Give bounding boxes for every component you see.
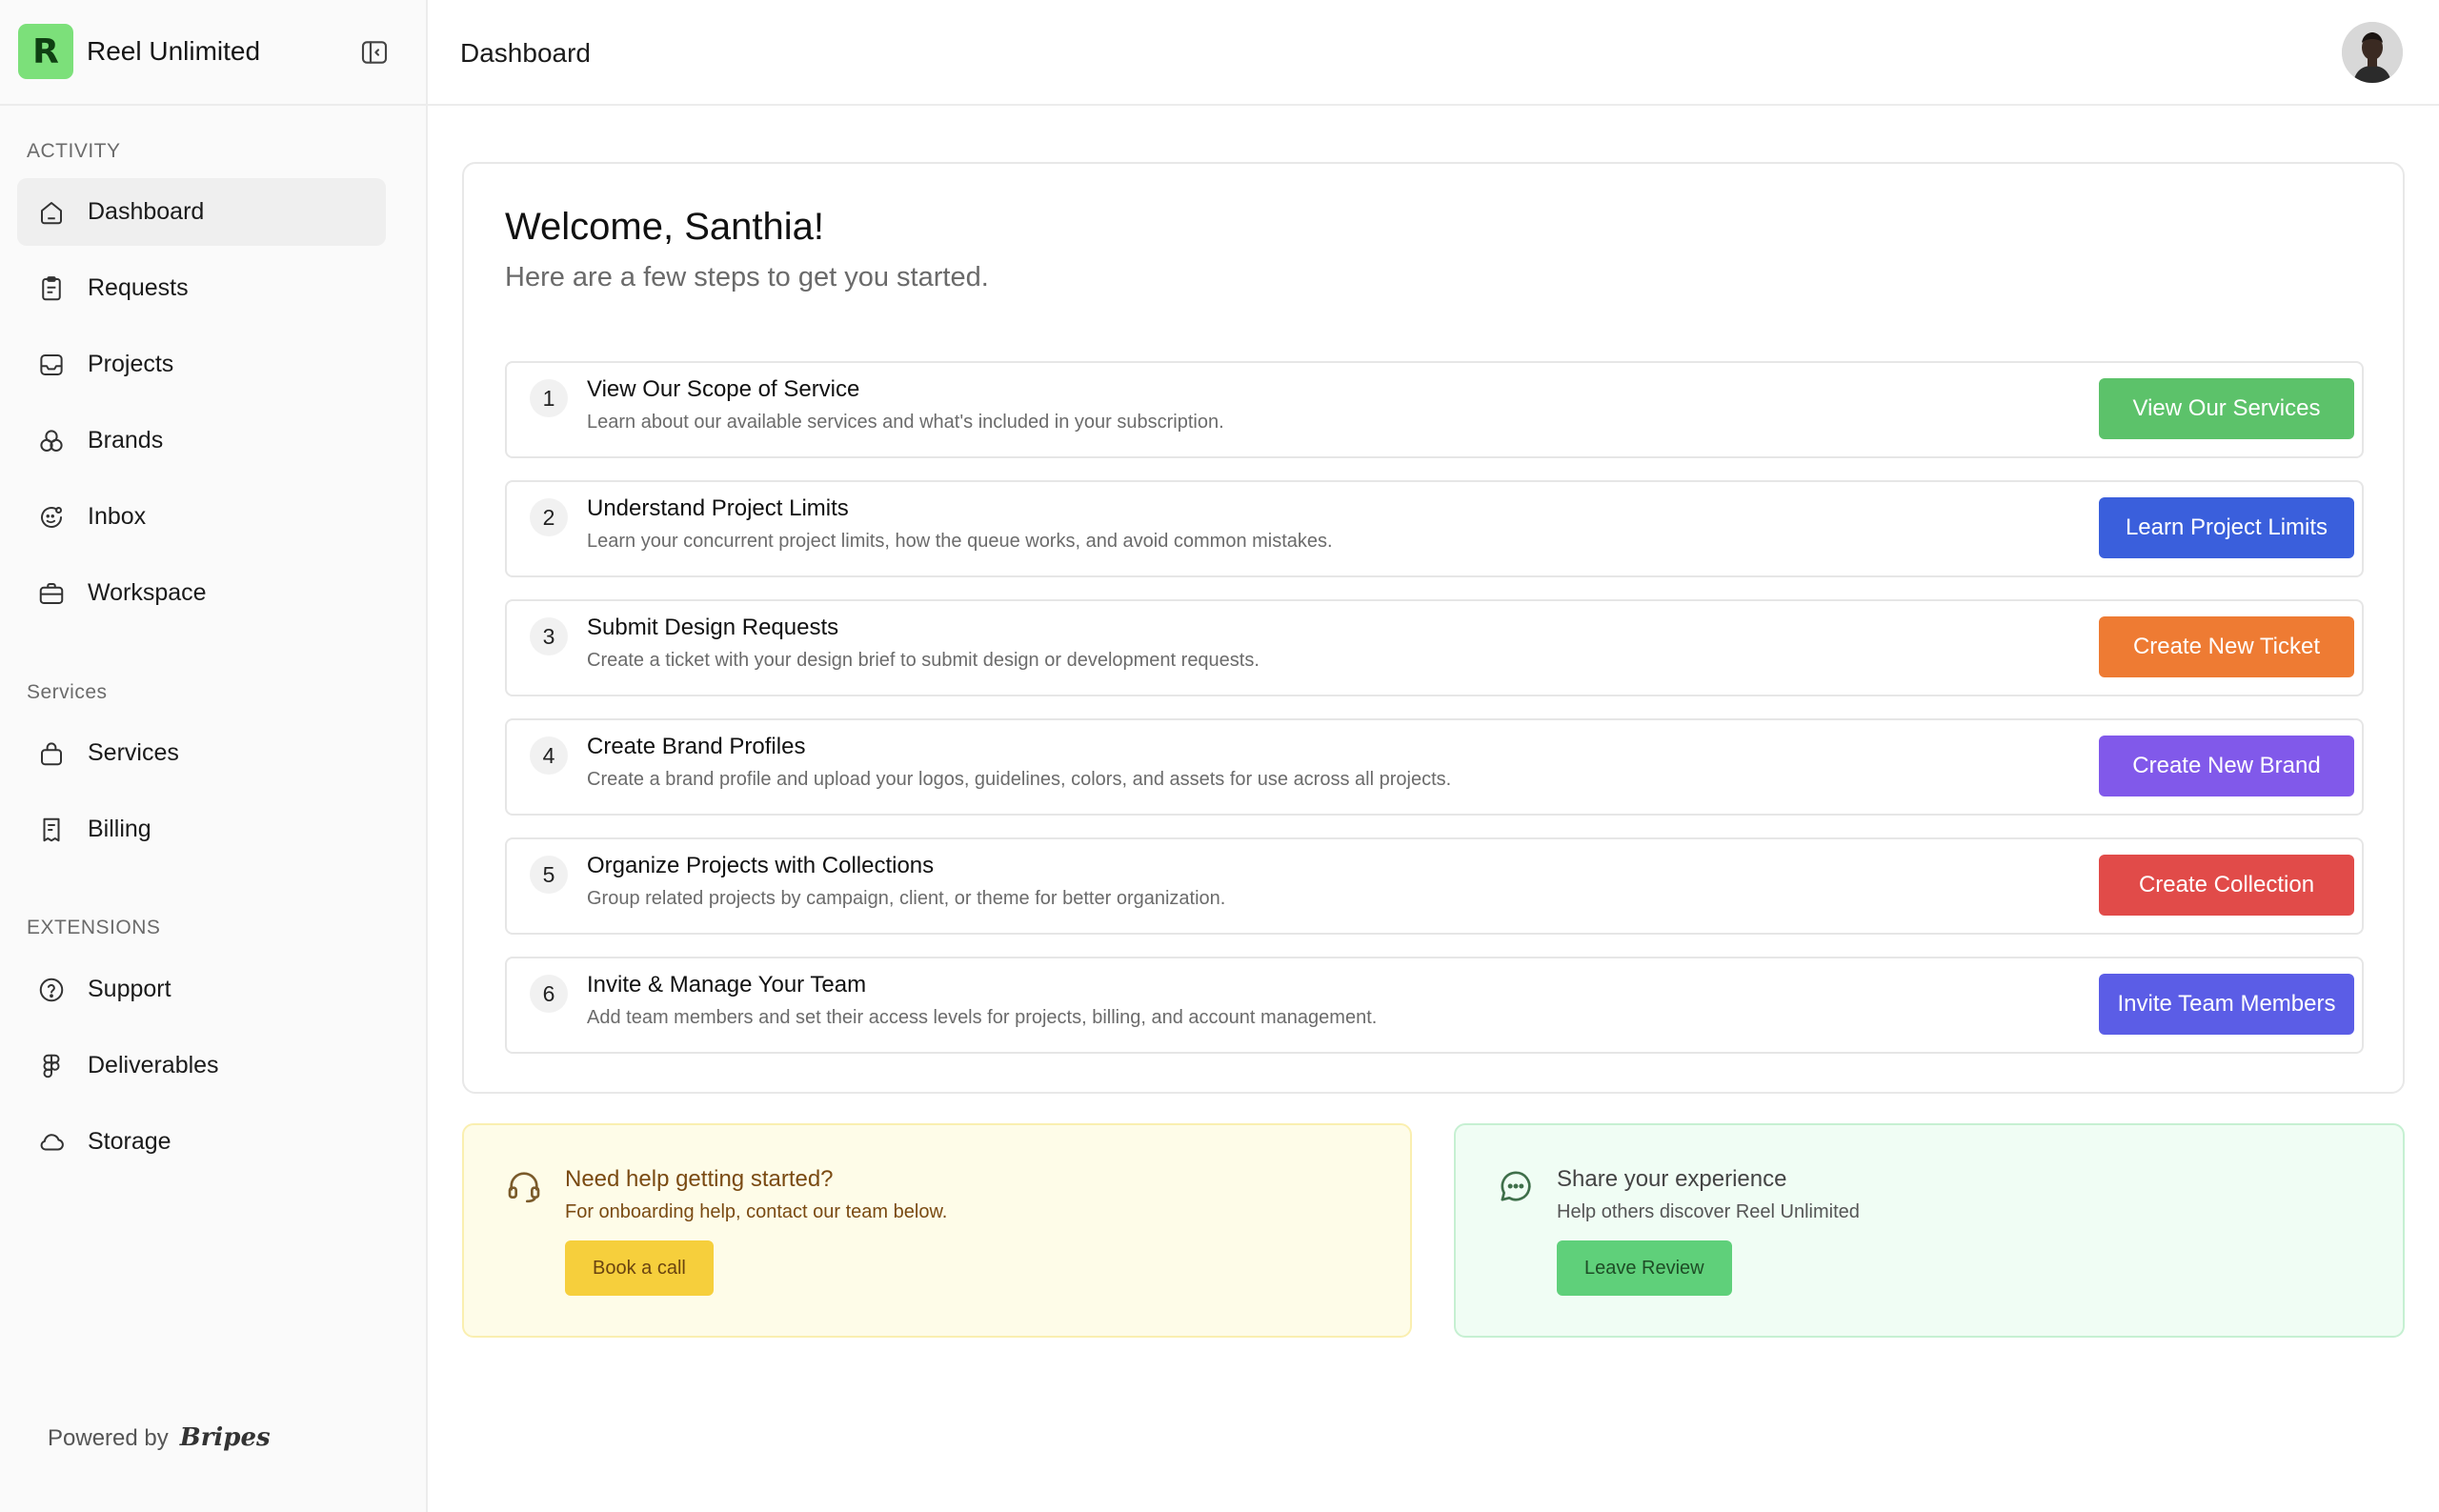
step-title: View Our Scope of Service [587, 376, 860, 402]
create-new-brand-button[interactable]: Create New Brand [2099, 736, 2354, 796]
welcome-subtitle: Here are a few steps to get you started. [505, 262, 989, 292]
help-circle-icon [34, 973, 69, 1007]
sidebar-item-label: Projects [88, 351, 174, 377]
bag-icon [34, 736, 69, 771]
sidebar-item-label: Brands [88, 427, 164, 454]
help-card-title: Need help getting started? [565, 1166, 834, 1192]
brand-row: R Reel Unlimited [0, 0, 426, 106]
briefcase-icon [34, 576, 69, 611]
step-title: Organize Projects with Collections [587, 853, 935, 878]
step-number: 3 [530, 617, 568, 655]
sidebar-toggle-icon [361, 41, 388, 64]
sidebar-item-label: Billing [88, 816, 151, 842]
sidebar-item-label: Workspace [88, 579, 207, 606]
sidebar: R Reel Unlimited ACTIVITY Dashboard Requ… [0, 0, 428, 1512]
cloud-icon [34, 1125, 69, 1159]
home-icon [34, 195, 69, 230]
sidebar-item-billing[interactable]: Billing [17, 796, 386, 863]
help-card-subtitle: For onboarding help, contact our team be… [565, 1201, 948, 1222]
getting-started-card: Welcome, Santhia! Here are a few steps t… [462, 162, 2405, 1094]
powered-by-text: Powered by [48, 1425, 169, 1451]
sidebar-item-projects[interactable]: Projects [17, 331, 386, 398]
create-collection-button[interactable]: Create Collection [2099, 855, 2354, 916]
sidebar-item-label: Dashboard [88, 198, 205, 225]
step-row: 4 Create Brand Profiles Create a brand p… [505, 718, 2364, 816]
app-root: R Reel Unlimited ACTIVITY Dashboard Requ… [0, 0, 2439, 1512]
step-description: Learn about our available services and w… [587, 412, 1224, 433]
clipboard-icon [34, 272, 69, 306]
sidebar-item-dashboard[interactable]: Dashboard [17, 178, 386, 246]
step-row: 5 Organize Projects with Collections Gro… [505, 837, 2364, 935]
message-bubble-icon [1497, 1167, 1535, 1205]
section-label-services: Services [27, 681, 108, 703]
page-title: Dashboard [460, 38, 591, 68]
sidebar-item-support[interactable]: Support [17, 956, 386, 1023]
step-description: Group related projects by campaign, clie… [587, 888, 1226, 909]
powered-by-logo[interactable]: Bripes [180, 1423, 271, 1452]
sidebar-item-brands[interactable]: Brands [17, 407, 386, 474]
user-avatar-icon [2342, 22, 2403, 83]
section-label-activity: ACTIVITY [27, 140, 121, 162]
step-number: 5 [530, 856, 568, 894]
step-description: Create a brand profile and upload your l… [587, 769, 1452, 790]
circles-icon [34, 424, 69, 458]
powered-by: Powered by Bripes [48, 1423, 271, 1452]
figma-icon [34, 1049, 69, 1083]
sidebar-toggle-button[interactable] [358, 36, 391, 69]
sidebar-item-label: Inbox [88, 503, 147, 530]
step-description: Add team members and set their access le… [587, 1007, 1378, 1028]
step-number: 4 [530, 736, 568, 775]
leave-review-button[interactable]: Leave Review [1557, 1240, 1732, 1296]
step-title: Submit Design Requests [587, 615, 839, 640]
inbox-tray-icon [34, 348, 69, 382]
sidebar-item-deliverables[interactable]: Deliverables [17, 1032, 386, 1099]
step-row: 2 Understand Project Limits Learn your c… [505, 480, 2364, 577]
avatar[interactable] [2342, 22, 2403, 83]
step-title: Create Brand Profiles [587, 734, 806, 759]
learn-project-limits-button[interactable]: Learn Project Limits [2099, 497, 2354, 558]
welcome-title: Welcome, Santhia! [505, 206, 824, 248]
step-title: Understand Project Limits [587, 495, 849, 521]
sidebar-item-label: Deliverables [88, 1052, 219, 1079]
step-row: 3 Submit Design Requests Create a ticket… [505, 599, 2364, 696]
headset-icon [505, 1167, 543, 1205]
step-description: Create a ticket with your design brief t… [587, 650, 1260, 671]
step-number: 2 [530, 498, 568, 536]
step-title: Invite & Manage Your Team [587, 972, 867, 998]
view-our-services-button[interactable]: View Our Services [2099, 378, 2354, 439]
sidebar-item-workspace[interactable]: Workspace [17, 559, 386, 627]
step-description: Learn your concurrent project limits, ho… [587, 531, 1333, 552]
help-card: Need help getting started? For onboardin… [462, 1123, 1412, 1338]
sidebar-item-storage[interactable]: Storage [17, 1108, 386, 1176]
sidebar-item-label: Storage [88, 1128, 171, 1155]
review-card-title: Share your experience [1557, 1166, 1787, 1192]
sidebar-item-label: Services [88, 739, 179, 766]
sidebar-item-label: Requests [88, 274, 189, 301]
step-number: 1 [530, 379, 568, 417]
create-new-ticket-button[interactable]: Create New Ticket [2099, 616, 2354, 677]
review-card-subtitle: Help others discover Reel Unlimited [1557, 1201, 1860, 1222]
step-row: 6 Invite & Manage Your Team Add team mem… [505, 957, 2364, 1054]
brand-name: Reel Unlimited [87, 36, 261, 66]
review-card: Share your experience Help others discov… [1454, 1123, 2405, 1338]
invite-team-members-button[interactable]: Invite Team Members [2099, 974, 2354, 1035]
step-number: 6 [530, 975, 568, 1013]
top-header: Dashboard [428, 0, 2439, 106]
sidebar-item-services[interactable]: Services [17, 719, 386, 787]
section-label-extensions: EXTENSIONS [27, 917, 161, 938]
sidebar-item-inbox[interactable]: Inbox [17, 483, 386, 551]
book-a-call-button[interactable]: Book a call [565, 1240, 714, 1296]
receipt-icon [34, 813, 69, 847]
sidebar-item-requests[interactable]: Requests [17, 254, 386, 322]
chat-icon [34, 500, 69, 534]
step-row: 1 View Our Scope of Service Learn about … [505, 361, 2364, 458]
brand-logo[interactable]: R [18, 24, 73, 79]
sidebar-item-label: Support [88, 976, 171, 1002]
